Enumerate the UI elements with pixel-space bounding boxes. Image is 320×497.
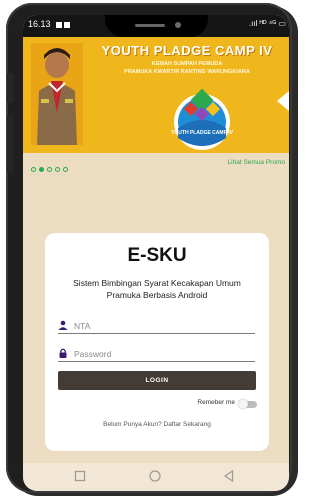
user-icon xyxy=(58,320,68,330)
toggle-knob xyxy=(238,399,248,409)
volume-up-button[interactable] xyxy=(7,73,13,103)
nta-field xyxy=(58,319,255,334)
register-link[interactable]: Belum Punya Akun? Daftar Sekarang xyxy=(45,421,269,428)
app-title: E-SKU xyxy=(127,245,187,266)
password-field xyxy=(58,347,255,362)
carousel-dot-active[interactable] xyxy=(39,167,44,172)
triangle-back-icon[interactable] xyxy=(222,469,236,483)
carousel-dots xyxy=(31,159,71,177)
carousel-dot[interactable] xyxy=(31,167,36,172)
signal-battery-icons: .ııl ᴴᴰ ⁴ᴳ ▭ xyxy=(248,19,286,28)
carousel-dot[interactable] xyxy=(47,167,52,172)
phone-frame: 16.13 .ııl ᴴᴰ ⁴ᴳ ▭ YOUTH PLADGE CAMP IV … xyxy=(6,3,292,493)
remember-me-toggle[interactable] xyxy=(238,399,257,409)
status-bar: 16.13 .ııl ᴴᴰ ⁴ᴳ ▭ xyxy=(23,15,289,37)
nta-input[interactable] xyxy=(74,319,252,332)
navigation-bar xyxy=(23,463,289,491)
volume-down-button[interactable] xyxy=(7,115,13,173)
app-description: Sistem Bimbingan Syarat Kecakapan Umum P… xyxy=(73,278,241,300)
see-all-promo-link[interactable]: Lihat Semua Promo xyxy=(228,159,285,166)
carousel-dot[interactable] xyxy=(63,167,68,172)
status-time: 16.13 xyxy=(28,19,51,29)
logo-text: YOUTH PLADGE CAMP IV xyxy=(171,130,234,136)
banner-title: YOUTH PLADGE CAMP IV xyxy=(101,43,273,58)
lock-icon xyxy=(59,348,67,358)
password-input[interactable] xyxy=(74,347,252,360)
camera-notch xyxy=(105,15,208,37)
speaker-icon xyxy=(135,24,165,27)
banner-subtitle-1: KEMAH SUMPAH PEMUDA xyxy=(151,61,223,67)
notification-icons xyxy=(56,20,76,28)
login-card: E-SKU Sistem Bimbingan Syarat Kecakapan … xyxy=(45,233,269,451)
camera-icon xyxy=(175,22,181,28)
camp-logo-icon: YOUTH PLADGE CAMP IV xyxy=(171,88,234,150)
banner-subtitle-2: PRAMUKA KWARTIR RANTING WARUNGKIARA xyxy=(124,69,250,75)
carousel-dot[interactable] xyxy=(55,167,60,172)
promo-banner[interactable]: YOUTH PLADGE CAMP IV KEMAH SUMPAH PEMUDA… xyxy=(23,37,289,153)
square-icon[interactable] xyxy=(73,469,87,483)
circle-icon[interactable] xyxy=(148,469,162,483)
carousel-next-icon[interactable] xyxy=(277,91,289,111)
remember-me-label: Remeber me xyxy=(197,399,235,406)
login-button[interactable]: LOGIN xyxy=(58,371,256,390)
scout-person-image xyxy=(31,43,83,145)
phone-screen: 16.13 .ııl ᴴᴰ ⁴ᴳ ▭ YOUTH PLADGE CAMP IV … xyxy=(23,15,289,491)
